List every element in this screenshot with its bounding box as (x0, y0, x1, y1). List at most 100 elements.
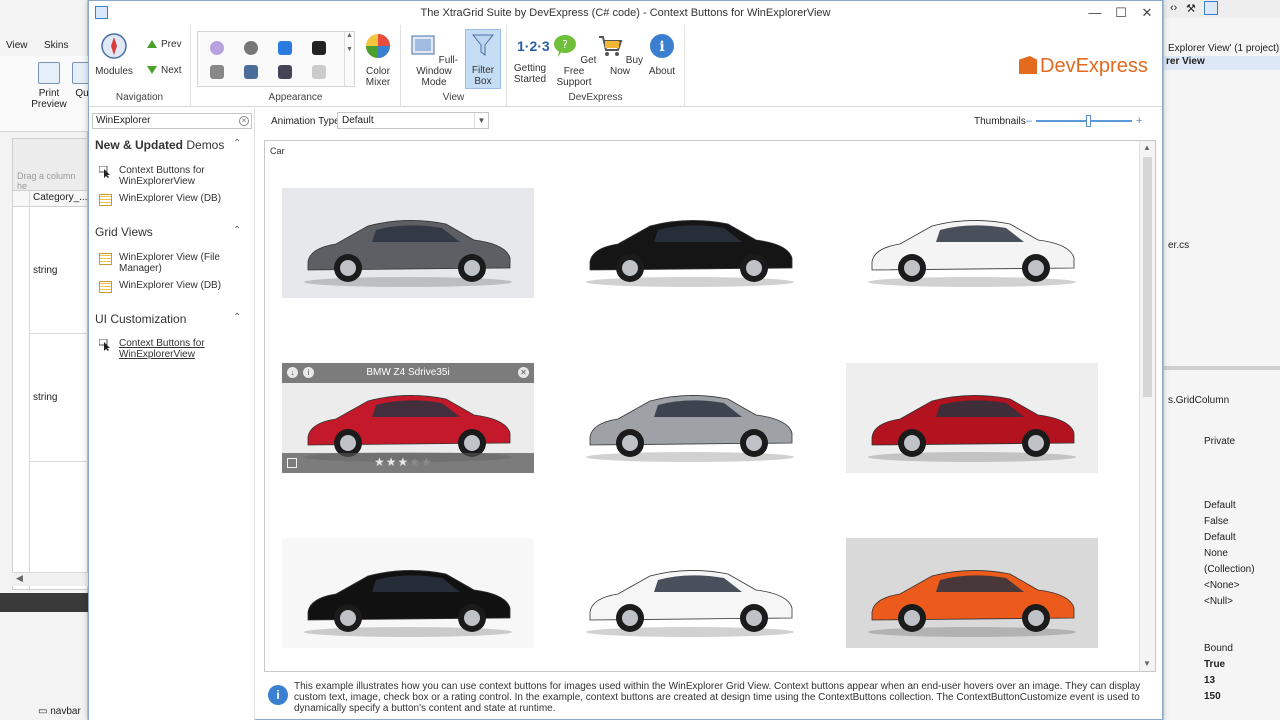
skin-item[interactable] (210, 65, 224, 79)
color-mixer-button[interactable]: Color Mixer (355, 31, 401, 88)
car-tile[interactable] (846, 188, 1098, 298)
app-icon[interactable] (95, 6, 108, 19)
download-icon[interactable]: ↓ (287, 367, 298, 378)
cursor-icon (99, 339, 112, 351)
car-tile[interactable] (564, 363, 816, 473)
select-checkbox[interactable] (287, 458, 297, 468)
file-node[interactable]: er.cs (1168, 240, 1189, 251)
animation-type-select[interactable]: Default ▼ (337, 112, 489, 129)
property-value[interactable]: <Null> (1204, 596, 1233, 607)
car-tile[interactable] (564, 188, 816, 298)
properties-icon[interactable] (1204, 1, 1218, 15)
property-value[interactable]: (Collection) (1204, 564, 1255, 575)
property-value[interactable]: Default (1204, 532, 1236, 543)
property-value[interactable]: Bound (1204, 643, 1233, 654)
horizontal-scrollbar[interactable]: ◀ (12, 572, 88, 586)
getting-started-button[interactable]: 1·2·3 Getting Started (507, 31, 553, 85)
gallery-scroll[interactable]: ▲ ▼ (344, 32, 354, 86)
next-button[interactable]: Next (147, 65, 182, 76)
animation-type-label: Animation Type (271, 116, 340, 127)
taskbar-item-label: navbar (50, 706, 81, 717)
solution-node[interactable]: Explorer View' (1 project) (1168, 43, 1279, 54)
section-ui-customization[interactable]: UI Customization ⌃ (95, 312, 241, 326)
sidebar-item-winexplorer-db[interactable]: WinExplorer View (DB) (99, 193, 239, 206)
skin-item[interactable] (278, 65, 292, 79)
sidebar-item-winexplorer-file-manager[interactable]: WinExplorer View (File Manager) (99, 252, 239, 274)
about-button[interactable]: i About (639, 31, 685, 77)
car-tile[interactable] (282, 538, 534, 648)
sidebar-item-winexplorer-db[interactable]: WinExplorer View (DB) (99, 280, 239, 293)
section-grid-views[interactable]: Grid Views ⌃ (95, 225, 241, 239)
rating-star-icon[interactable]: ★ (421, 455, 433, 469)
skin-item[interactable] (312, 41, 326, 55)
print-preview-button[interactable]: Print Preview (29, 62, 69, 110)
property-value[interactable]: Default (1204, 500, 1236, 511)
rating-star-icon[interactable]: ★ (386, 455, 398, 469)
car-tile[interactable]: ↓ i BMW Z4 Sdrive35i ✕ ★★★★★ (282, 363, 534, 473)
maximize-button[interactable]: ☐ (1108, 1, 1134, 25)
chevron-down-icon[interactable]: ▼ (474, 113, 488, 128)
title-bar[interactable]: The XtraGrid Suite by DevExpress (C# cod… (89, 1, 1162, 25)
car-tile[interactable] (846, 363, 1098, 473)
property-value[interactable]: Private (1204, 436, 1235, 447)
car-tile[interactable] (564, 538, 816, 648)
collapse-icon[interactable]: ⌃ (233, 225, 241, 236)
skin-item[interactable] (244, 65, 258, 79)
info-icon[interactable]: i (303, 367, 314, 378)
filter-box-button[interactable]: Filter Box (465, 29, 501, 89)
minimize-button[interactable]: — (1082, 1, 1108, 25)
grid-cell[interactable]: string (33, 265, 57, 276)
sidebar-item-context-buttons[interactable]: Context Buttons for WinExplorerView (99, 165, 239, 187)
skin-item[interactable] (312, 65, 326, 79)
zoom-in-icon[interactable]: + (1136, 114, 1142, 128)
scroll-up-icon[interactable]: ▲ (1143, 143, 1151, 152)
property-value[interactable]: True (1204, 659, 1225, 670)
car-tile[interactable] (282, 188, 534, 298)
collapse-icon[interactable]: ⌃ (233, 312, 241, 323)
full-window-mode-button[interactable]: Full-Window Mode (407, 31, 461, 88)
skin-gallery[interactable]: ▲ ▼ (197, 31, 355, 87)
cart-icon (599, 36, 623, 56)
menu-view[interactable]: View (6, 40, 28, 51)
demo-search-input[interactable]: WinExplorer × (92, 113, 252, 129)
close-icon[interactable]: ✕ (518, 367, 529, 378)
panel-splitter[interactable] (1164, 366, 1280, 370)
vertical-scrollbar[interactable]: ▲ ▼ (1139, 141, 1155, 671)
prev-button[interactable]: Prev (147, 39, 182, 50)
rating-star-icon[interactable]: ★ (398, 455, 410, 469)
menu-skins[interactable]: Skins (44, 40, 68, 51)
grid-cell[interactable]: string (33, 392, 57, 403)
sidebar-item-context-buttons-active[interactable]: Context Buttons for WinExplorerView (99, 338, 239, 360)
scroll-down-icon[interactable]: ▼ (1143, 659, 1151, 668)
get-free-support-button[interactable]: ? Get Free Support (551, 31, 597, 88)
rating-star-icon[interactable]: ★ (409, 455, 421, 469)
property-value[interactable]: None (1204, 548, 1228, 559)
clear-search-icon[interactable]: × (239, 116, 249, 126)
collapse-icon[interactable]: ⌃ (233, 138, 241, 149)
code-icon[interactable]: ‹› (1170, 2, 1177, 14)
slider-thumb[interactable] (1086, 115, 1091, 127)
section-new-updated[interactable]: New & Updated Demos ⌃ (95, 138, 241, 152)
close-button[interactable]: ✕ (1134, 1, 1160, 25)
skin-item[interactable] (278, 41, 292, 55)
car-tile[interactable] (846, 538, 1098, 648)
wrench-icon[interactable]: ⚒ (1186, 2, 1196, 15)
selected-project-node[interactable]: rer View (1164, 56, 1280, 70)
zoom-out-icon[interactable]: – (1026, 114, 1032, 128)
scroll-thumb[interactable] (1143, 157, 1152, 397)
property-value[interactable]: False (1204, 516, 1228, 527)
column-header[interactable]: Category_... (13, 191, 87, 207)
skin-item[interactable] (210, 41, 224, 55)
modules-button[interactable]: Modules (91, 31, 137, 77)
property-value[interactable]: 13 (1204, 675, 1215, 686)
thumbnail-size-slider[interactable]: – + (1026, 114, 1148, 128)
rating-star-icon[interactable]: ★ (374, 455, 386, 469)
property-value[interactable]: 150 (1204, 691, 1221, 702)
property-value[interactable]: <None> (1204, 580, 1240, 591)
skin-item[interactable] (244, 41, 258, 55)
buy-now-button[interactable]: Buy Now (597, 31, 643, 77)
sidebar-item-label: WinExplorer View (DB) (119, 280, 222, 291)
group-title: Car (270, 146, 285, 156)
taskbar-item[interactable]: ▭ navbar (38, 706, 81, 717)
rating-control[interactable]: ★★★★★ (374, 455, 433, 469)
